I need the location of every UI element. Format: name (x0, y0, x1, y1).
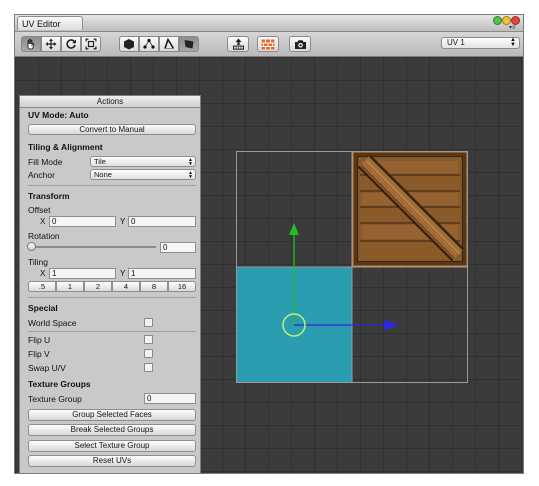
scale-tool-button[interactable] (81, 36, 101, 52)
hand-tool-button[interactable] (21, 36, 41, 52)
texture-group-label: Texture Group (28, 394, 82, 404)
uv-mode-label: UV Mode: Auto (28, 110, 89, 120)
edge-mode-button[interactable] (159, 36, 179, 52)
select-texture-group-button[interactable]: Select Texture Group (28, 440, 196, 452)
special-title: Special (28, 303, 58, 313)
actions-panel-header[interactable]: Actions (20, 96, 200, 108)
group-selected-faces-button[interactable]: Group Selected Faces (28, 409, 196, 421)
title-bar: UV Editor ▾≡ (15, 15, 523, 32)
reset-uvs-button[interactable]: Reset UVs (28, 455, 196, 467)
offset-label: Offset (28, 205, 51, 215)
window-menu-icon[interactable]: ▾≡ (509, 24, 516, 31)
tiling-preset-button[interactable]: 2 (84, 281, 112, 292)
fill-mode-label: Fill Mode (28, 157, 63, 167)
export-uv-button[interactable] (227, 36, 249, 52)
y-axis-arrow-icon (289, 223, 299, 235)
world-space-label: World Space (28, 318, 77, 328)
select-arrows-icon: ▲ ▼ (188, 157, 193, 167)
tiling-preset-button[interactable]: .5 (28, 281, 56, 292)
polygon-icon (183, 38, 195, 50)
screenshot-button[interactable] (289, 36, 311, 52)
hand-icon (25, 38, 37, 50)
rotate-icon (65, 38, 77, 50)
offset-x-label: X (40, 217, 46, 226)
select-arrows-icon: ▲ ▼ (510, 37, 516, 48)
divider (28, 331, 196, 332)
polygon-mode-button[interactable] (179, 36, 199, 52)
texture-preview-button[interactable] (257, 36, 279, 52)
scale-icon (85, 38, 97, 50)
uv-viewport[interactable]: Actions UV Mode: Auto Convert to Manual … (15, 57, 523, 473)
flip-u-label: Flip U (28, 335, 51, 345)
uv-editor-window: UV Editor ▾≡ UV 1 ▲ ▼ Actions UV Mode: A… (14, 14, 524, 474)
divider (28, 185, 196, 186)
export-icon (232, 38, 245, 50)
vertex-mode-button[interactable] (139, 36, 159, 52)
edge-icon (163, 38, 175, 50)
texture-groups-title: Texture Groups (28, 379, 91, 389)
offset-x-field[interactable]: 0 (49, 216, 116, 227)
rotation-field[interactable]: 0 (160, 242, 196, 253)
break-selected-groups-button[interactable]: Break Selected Groups (28, 424, 196, 436)
tiling-y-label: Y (120, 269, 126, 278)
texture-icon (261, 39, 275, 50)
select-arrows-icon: ▲ ▼ (188, 170, 193, 180)
transform-title: Transform (28, 191, 70, 201)
move-icon (45, 38, 57, 50)
tiling-label: Tiling (28, 257, 48, 267)
fill-mode-select[interactable]: Tile ▲ ▼ (90, 156, 196, 167)
anchor-value: None (94, 170, 112, 179)
uv-channel-select[interactable]: UV 1 ▲ ▼ (441, 37, 520, 49)
flip-u-checkbox[interactable] (144, 335, 153, 344)
uv-canvas[interactable] (236, 151, 468, 383)
window-tab[interactable]: UV Editor (17, 16, 83, 30)
offset-y-label: Y (120, 217, 126, 226)
tiling-y-field[interactable]: 1 (128, 268, 196, 279)
x-axis-arrow-icon (384, 320, 399, 330)
swap-uv-label: Swap U/V (28, 363, 66, 373)
tiling-preset-button[interactable]: 1 (56, 281, 84, 292)
anchor-select[interactable]: None ▲ ▼ (90, 169, 196, 180)
tiling-x-label: X (40, 269, 46, 278)
flip-v-label: Flip V (28, 349, 50, 359)
rotation-slider-handle[interactable] (27, 242, 36, 251)
rotation-label: Rotation (28, 231, 60, 241)
rotation-slider-track[interactable] (32, 246, 156, 248)
camera-icon (294, 39, 307, 50)
actions-panel: Actions UV Mode: Auto Convert to Manual … (19, 95, 201, 473)
object-mode-button[interactable] (119, 36, 139, 52)
maximize-button[interactable] (493, 16, 502, 25)
move-tool-button[interactable] (41, 36, 61, 52)
uv-channel-value: UV 1 (447, 38, 465, 47)
flip-v-checkbox[interactable] (144, 349, 153, 358)
face-icon (123, 38, 135, 50)
world-space-checkbox[interactable] (144, 318, 153, 327)
rotate-tool-button[interactable] (61, 36, 81, 52)
anchor-label: Anchor (28, 170, 55, 180)
offset-y-field[interactable]: 0 (128, 216, 196, 227)
tiling-x-field[interactable]: 1 (49, 268, 116, 279)
swap-uv-checkbox[interactable] (144, 363, 153, 372)
convert-to-manual-button[interactable]: Convert to Manual (28, 124, 196, 135)
tiling-preset-button[interactable]: 4 (112, 281, 140, 292)
tiling-preset-button[interactable]: 8 (140, 281, 168, 292)
window-title: UV Editor (22, 19, 61, 29)
divider (28, 297, 196, 298)
toolbar: UV 1 ▲ ▼ (15, 32, 523, 57)
crate-texture (351, 151, 468, 268)
vertex-icon (143, 38, 155, 50)
tiling-preset-button[interactable]: 16 (168, 281, 196, 292)
fill-mode-value: Tile (94, 157, 106, 166)
tiling-alignment-title: Tiling & Alignment (28, 142, 103, 152)
texture-group-field[interactable]: 0 (144, 393, 196, 404)
